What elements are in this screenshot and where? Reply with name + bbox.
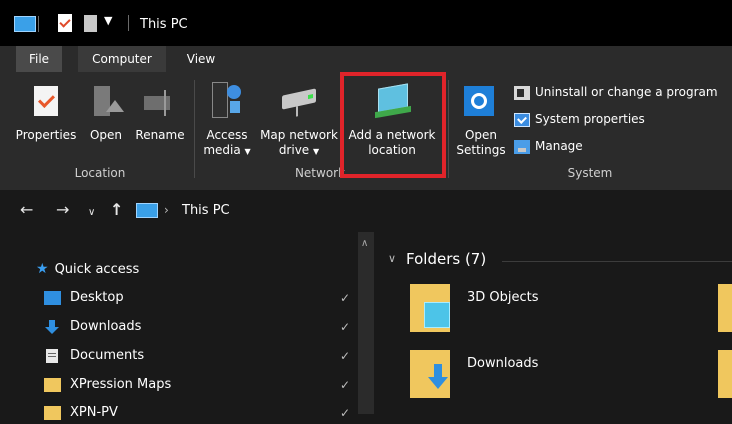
nav-item-label: Documents xyxy=(70,348,145,363)
system-properties-label: System properties xyxy=(535,112,645,126)
manage-button[interactable]: Manage xyxy=(514,136,583,156)
open-settings-label: Open Settings xyxy=(456,128,506,157)
folder-icon xyxy=(44,377,61,392)
address-bar: ← → ∨ ↑ › This PC xyxy=(0,190,732,232)
rename-label: Rename xyxy=(135,128,185,142)
map-network-drive-label: Map network drive ▼ xyxy=(260,128,338,157)
star-icon: ★ xyxy=(36,261,49,277)
location-group-label: Location xyxy=(74,166,126,180)
group-separator xyxy=(448,80,449,178)
network-drive-icon xyxy=(282,88,316,117)
title-bar: ▼ This PC xyxy=(0,0,732,46)
window-title: This PC xyxy=(140,17,188,32)
highlight-box xyxy=(340,72,446,178)
nav-item-label: Desktop xyxy=(70,290,124,305)
open-button[interactable]: Open xyxy=(86,78,126,158)
manage-icon xyxy=(514,139,530,154)
uninstall-program-button[interactable]: Uninstall or change a program xyxy=(514,82,718,102)
navigation-pane: ★ Quick access Desktop ✓ Downloads ✓ Docu… xyxy=(0,232,374,420)
nav-scrollbar[interactable]: ∧ xyxy=(358,232,374,414)
folder-tile-partial[interactable] xyxy=(718,350,732,398)
folder-label: 3D Objects xyxy=(467,290,539,305)
pin-icon[interactable]: ✓ xyxy=(340,349,350,363)
nav-item-label: Downloads xyxy=(70,319,142,334)
scroll-up-icon[interactable]: ∧ xyxy=(361,238,368,249)
tab-view[interactable]: View xyxy=(178,46,224,72)
breadcrumb-chevron-icon[interactable]: › xyxy=(164,203,169,217)
open-settings-button[interactable]: Open Settings xyxy=(452,78,510,158)
nav-item-xpn-pv[interactable]: XPN-PV xyxy=(44,402,118,424)
system-group-label: System xyxy=(567,166,613,180)
back-arrow-icon[interactable]: ← xyxy=(20,202,33,218)
address-path[interactable]: This PC xyxy=(182,203,230,218)
properties-label: Properties xyxy=(15,128,77,142)
up-arrow-icon[interactable]: ↑ xyxy=(110,202,123,218)
properties-icon xyxy=(34,86,58,116)
nav-item-downloads[interactable]: Downloads xyxy=(44,316,141,338)
customize-quick-access-icon[interactable]: ▼ xyxy=(104,14,112,27)
rename-icon xyxy=(144,90,170,116)
downloads-folder-icon xyxy=(410,350,450,398)
divider xyxy=(128,15,129,31)
map-network-drive-button[interactable]: Map network drive ▼ xyxy=(256,78,342,158)
this-pc-icon[interactable] xyxy=(14,16,36,32)
folder-tile-partial[interactable] xyxy=(718,284,732,332)
tab-computer[interactable]: Computer xyxy=(78,46,166,72)
recent-locations-chevron-icon[interactable]: ∨ xyxy=(88,205,95,221)
uninstall-icon xyxy=(514,85,530,100)
uninstall-label: Uninstall or change a program xyxy=(535,85,718,99)
manage-label: Manage xyxy=(535,139,583,153)
desktop-icon xyxy=(44,290,61,305)
system-properties-icon xyxy=(514,112,530,127)
divider xyxy=(38,16,39,32)
downloads-icon xyxy=(44,319,61,334)
system-properties-button[interactable]: System properties xyxy=(514,109,645,129)
properties-button[interactable]: Properties xyxy=(12,78,80,158)
folder-label: Downloads xyxy=(467,356,539,371)
open-label: Open xyxy=(89,128,123,142)
ribbon-tabs: File Computer View xyxy=(0,46,732,72)
folder-icon xyxy=(44,405,61,420)
pin-icon[interactable]: ✓ xyxy=(340,291,350,305)
quick-access-label: Quick access xyxy=(54,262,140,277)
group-separator xyxy=(194,80,195,178)
nav-item-documents[interactable]: Documents xyxy=(44,345,144,367)
collapse-chevron-icon[interactable]: ∨ xyxy=(388,252,396,265)
folder-tile-3d-objects[interactable]: 3D Objects xyxy=(410,284,570,334)
properties-quick-icon[interactable] xyxy=(58,14,72,32)
nav-item-xpression-maps[interactable]: XPression Maps xyxy=(44,374,171,396)
nav-item-desktop[interactable]: Desktop xyxy=(44,287,124,309)
open-icon xyxy=(94,86,124,116)
documents-icon xyxy=(46,348,58,363)
content-pane: ∨ Folders (7) 3D Objects Downloads xyxy=(374,232,732,414)
pin-icon[interactable]: ✓ xyxy=(340,378,350,392)
rename-button[interactable]: Rename xyxy=(132,78,188,158)
nav-item-label: XPression Maps xyxy=(70,377,172,392)
pin-icon[interactable]: ✓ xyxy=(340,406,350,420)
access-media-label: Access media ▼ xyxy=(203,128,251,157)
access-media-icon xyxy=(212,82,241,118)
forward-arrow-icon[interactable]: → xyxy=(56,202,69,218)
folders-section-header[interactable]: Folders (7) xyxy=(406,250,486,268)
settings-icon xyxy=(464,86,494,116)
access-media-button[interactable]: Access media ▼ xyxy=(200,78,254,158)
new-folder-quick-icon[interactable] xyxy=(84,15,97,32)
3d-objects-folder-icon xyxy=(410,284,450,332)
nav-item-label: XPN-PV xyxy=(70,405,118,420)
folder-tile-downloads[interactable]: Downloads xyxy=(410,350,570,400)
quick-access-item[interactable]: ★ Quick access xyxy=(36,258,139,280)
section-divider xyxy=(502,261,732,262)
pin-icon[interactable]: ✓ xyxy=(340,320,350,334)
tab-file[interactable]: File xyxy=(16,46,62,72)
this-pc-address-icon xyxy=(136,203,158,218)
